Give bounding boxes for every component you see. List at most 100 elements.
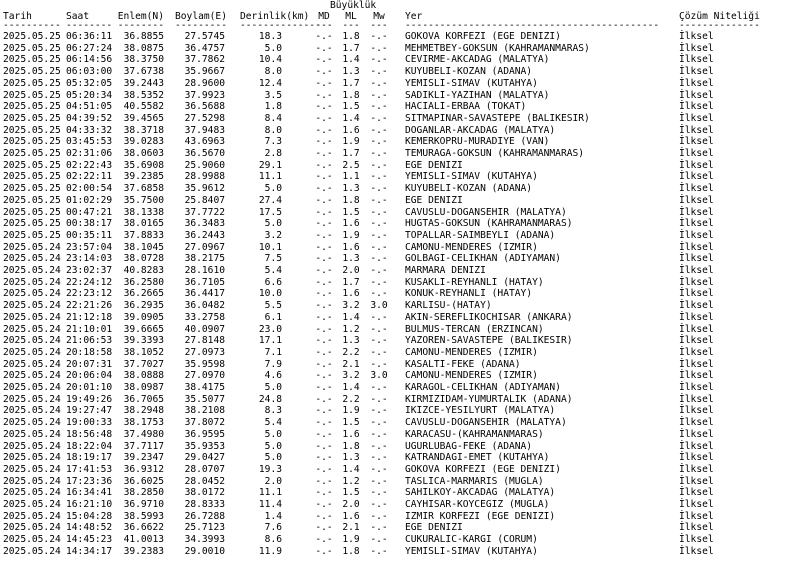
row-depth: 24.8 bbox=[258, 393, 282, 405]
row-solution: İlksel bbox=[679, 112, 714, 124]
row-longitude: 36.2443 bbox=[184, 229, 225, 241]
row-location: MARMARA DENIZI bbox=[405, 265, 486, 276]
row-date: 2025.05.25 bbox=[3, 159, 61, 171]
row-mw: -.- bbox=[370, 522, 388, 534]
row-latitude: 38.3750 bbox=[123, 54, 164, 66]
row-mw: -.- bbox=[370, 276, 388, 288]
row-longitude: 36.0482 bbox=[184, 300, 225, 312]
row-solution: İlksel bbox=[679, 311, 714, 323]
row-mw: -.- bbox=[370, 159, 388, 171]
row-depth: 29.1 bbox=[258, 159, 282, 171]
row-depth: 27.4 bbox=[258, 194, 282, 206]
row-ml: 1.5 bbox=[342, 101, 360, 113]
row-depth: 8.4 bbox=[264, 112, 282, 124]
row-solution: İlksel bbox=[679, 428, 714, 440]
row-latitude: 36.2580 bbox=[123, 276, 164, 288]
row-md: -.- bbox=[315, 452, 333, 464]
row-solution: İlksel bbox=[679, 148, 714, 159]
row-solution: İlksel bbox=[679, 510, 714, 522]
row-ml: 2.2 bbox=[342, 393, 360, 405]
row-location: KUYUBELI-KOZAN (ADANA) bbox=[405, 66, 533, 78]
row-longitude: 27.5745 bbox=[184, 31, 225, 42]
row-location: CEVIRME-AKCADAG (MALATYA) bbox=[405, 54, 550, 66]
row-ml: 1.8 bbox=[342, 194, 360, 206]
row-date: 2025.05.25 bbox=[3, 124, 61, 136]
row-location: CAMONU-MENDERES (IZMIR) bbox=[405, 370, 538, 382]
row-mw: -.- bbox=[370, 428, 388, 440]
row-date: 2025.05.25 bbox=[3, 206, 61, 218]
row-solution: İlksel bbox=[679, 124, 714, 136]
row-mw: -.- bbox=[370, 440, 388, 452]
row-latitude: 39.3393 bbox=[123, 335, 164, 347]
row-depth: 8.0 bbox=[264, 124, 282, 136]
row-solution: İlksel bbox=[679, 405, 714, 417]
row-md: -.- bbox=[315, 522, 333, 534]
row-time: 22:21:26 bbox=[66, 300, 113, 312]
row-solution: İlksel bbox=[679, 545, 714, 557]
row-md: -.- bbox=[315, 510, 333, 522]
row-longitude: 27.0970 bbox=[184, 370, 225, 382]
row-longitude: 36.9595 bbox=[184, 428, 225, 440]
row-depth: 7.6 bbox=[264, 522, 282, 534]
row-time: 18:56:48 bbox=[66, 428, 113, 440]
row-latitude: 38.1753 bbox=[123, 417, 164, 429]
row-ml: 2.0 bbox=[342, 265, 360, 276]
row-latitude: 40.8283 bbox=[123, 265, 164, 276]
row-md: -.- bbox=[315, 393, 333, 405]
row-ml: 1.6 bbox=[342, 428, 360, 440]
row-mw: -.- bbox=[370, 42, 388, 54]
row-depth: 5.0 bbox=[264, 42, 282, 54]
row-md: -.- bbox=[315, 31, 333, 42]
row-md: -.- bbox=[315, 545, 333, 557]
row-solution: İlksel bbox=[679, 54, 714, 66]
row-solution: İlksel bbox=[679, 499, 714, 510]
row-longitude: 35.9612 bbox=[184, 183, 225, 195]
row-md: -.- bbox=[315, 253, 333, 265]
row-mw: -.- bbox=[370, 405, 388, 417]
row-ml: 1.8 bbox=[342, 89, 360, 101]
row-depth: 8.0 bbox=[264, 66, 282, 78]
row-location: KUSAKLI-REYHANLI (HATAY) bbox=[405, 276, 544, 288]
row-location: EGE DENIZI bbox=[405, 159, 463, 171]
row-depth: 8.6 bbox=[264, 534, 282, 546]
row-ml: 3.2 bbox=[342, 300, 360, 312]
row-longitude: 38.4175 bbox=[184, 382, 225, 393]
row-mw: -.- bbox=[370, 241, 388, 253]
row-mw: -.- bbox=[370, 475, 388, 487]
row-date: 2025.05.24 bbox=[3, 417, 61, 429]
row-md: -.- bbox=[315, 276, 333, 288]
row-location: CAVUSLU-DOGANSEHIR (MALATYA) bbox=[405, 206, 567, 218]
row-location: KARACASU-(KAHRAMANMARAS) bbox=[405, 428, 544, 440]
row-latitude: 39.2383 bbox=[123, 545, 164, 557]
row-ml: 1.7 bbox=[342, 77, 360, 89]
row-longitude: 35.9353 bbox=[184, 440, 225, 452]
row-time: 21:06:53 bbox=[66, 335, 113, 347]
row-latitude: 37.6738 bbox=[123, 66, 164, 78]
row-location: YEMISLI-SIMAV (KUTAHYA) bbox=[405, 171, 538, 183]
row-depth: 18.3 bbox=[258, 31, 282, 42]
row-location: SITMAPINAR-SAVASTEPE (BALIKESIR) bbox=[405, 112, 590, 124]
row-date: 2025.05.24 bbox=[3, 311, 61, 323]
row-md: -.- bbox=[315, 428, 333, 440]
row-time: 22:23:12 bbox=[66, 288, 113, 300]
row-location: CAVUSLU-DOGANSEHIR (MALATYA) bbox=[405, 417, 567, 429]
row-mw: -.- bbox=[370, 358, 388, 370]
row-depth: 6.6 bbox=[264, 276, 282, 288]
row-solution: İlksel bbox=[679, 265, 714, 276]
row-solution: İlksel bbox=[679, 241, 714, 253]
row-ml: 1.3 bbox=[342, 452, 360, 464]
row-mw: -.- bbox=[370, 510, 388, 522]
row-md: -.- bbox=[315, 218, 333, 230]
row-date: 2025.05.25 bbox=[3, 112, 61, 124]
row-location: IZMIR KORFEZI (EGE DENIZI) bbox=[405, 510, 556, 522]
row-solution: İlksel bbox=[679, 136, 714, 148]
row-latitude: 35.6908 bbox=[123, 159, 164, 171]
row-ml: 1.6 bbox=[342, 218, 360, 230]
row-md: -.- bbox=[315, 66, 333, 78]
row-ml: 1.9 bbox=[342, 229, 360, 241]
row-solution: İlksel bbox=[679, 463, 714, 475]
row-ml: 1.6 bbox=[342, 124, 360, 136]
row-depth: 2.0 bbox=[264, 475, 282, 487]
row-mw: -.- bbox=[370, 393, 388, 405]
row-location: AKIN-SEREFLIKOCHISAR (ANKARA) bbox=[405, 311, 573, 323]
